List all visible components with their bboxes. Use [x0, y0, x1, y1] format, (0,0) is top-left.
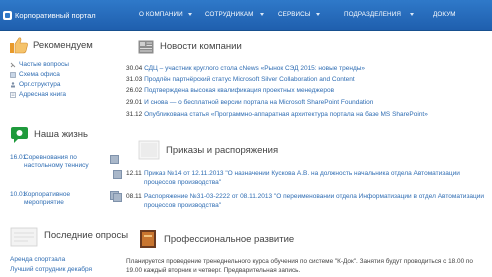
recommend-title: Рекомендуем: [33, 40, 93, 51]
nav-item-employees[interactable]: СОТРУДНИКАМ: [205, 11, 253, 18]
orders-title: Приказы и распоряжения: [166, 145, 279, 156]
poll-item[interactable]: Лучший сотрудник декабря: [10, 266, 92, 273]
link-address-book[interactable]: Адресная книга: [10, 91, 66, 98]
link-office-map[interactable]: Схема офиса: [10, 71, 60, 78]
top-navigation-bar: Корпоративный портал О КОМПАНИИ СОТРУДНИ…: [0, 0, 492, 31]
newspaper-icon: [138, 40, 154, 54]
news-title: Новости компании: [160, 41, 242, 52]
question-icon: [10, 62, 16, 68]
portal-logo-icon: [3, 11, 12, 20]
order-item-date: 08.11: [126, 193, 142, 200]
news-item-date: 29.01: [126, 99, 143, 106]
portal-brand[interactable]: Корпоративный портал: [3, 9, 96, 22]
link-faq-label: Частые вопросы: [19, 61, 69, 68]
map-icon: [10, 71, 16, 78]
poll-item[interactable]: Аренда спортзала: [10, 256, 65, 263]
link-org-structure[interactable]: Орг.структура: [10, 81, 60, 88]
news-item-text: Опубликована статья «Программно-аппаратн…: [144, 111, 428, 118]
document-list-icon: [113, 193, 122, 202]
document-icon: [138, 140, 160, 160]
life-item[interactable]: 16.01 Соревнования по настольному теннис…: [10, 154, 120, 186]
thumbs-up-icon: [9, 36, 29, 54]
org-structure-icon: [10, 81, 16, 88]
order-item[interactable]: 12.11 Приказ №14 от 12.11.2013 "О назнач…: [126, 170, 486, 188]
news-item-date: 31.12: [126, 111, 143, 118]
news-item[interactable]: 31.03 Продлён партнёрский статус Microso…: [126, 76, 355, 84]
chevron-down-icon: [316, 13, 320, 16]
document-list-icon: [113, 170, 122, 179]
portal-brand-label: Корпоративный портал: [15, 11, 96, 20]
news-item-text: Продлён партнёрский статус Microsoft Sil…: [144, 76, 355, 83]
nav-item-services[interactable]: СЕРВИСЫ: [278, 11, 311, 18]
order-item-date: 12.11: [126, 170, 142, 177]
news-item-text: СДЦ – участник круглого стола cNews «Рын…: [144, 65, 366, 72]
link-office-map-label: Схема офиса: [19, 71, 60, 78]
life-title: Наша жизнь: [34, 129, 88, 140]
news-item-date: 30.04: [126, 65, 143, 72]
news-item[interactable]: 30.04 СДЦ – участник круглого стола cNew…: [126, 65, 365, 73]
news-item-date: 26.02: [126, 87, 143, 94]
news-item-date: 31.03: [126, 76, 143, 83]
link-address-book-label: Адресная книга: [19, 91, 67, 98]
link-org-structure-label: Орг.структура: [19, 81, 61, 88]
chevron-down-icon: [188, 13, 192, 16]
life-item-text: Корпоративное мероприятие: [24, 191, 71, 206]
polls-title: Последние опросы: [44, 230, 129, 241]
book-icon: [138, 229, 158, 249]
calendar-icon: [110, 155, 119, 164]
news-item[interactable]: 29.01 И снова — о бесплатной версии порт…: [126, 99, 373, 107]
chevron-down-icon: [410, 13, 414, 16]
news-item[interactable]: 31.12 Опубликована статья «Программно-ап…: [126, 111, 488, 119]
order-item[interactable]: 08.11 Распоряжение №31-03-2222 от 08.11.…: [126, 193, 486, 211]
news-item[interactable]: 26.02 Подтверждена высокая квалификация …: [126, 87, 334, 95]
poll-document-icon: [10, 227, 38, 247]
news-item-text: И снова — о бесплатной версии портала на…: [144, 99, 374, 106]
development-text: Планируется проведение тренеднельного ку…: [126, 258, 473, 274]
nav-item-departments[interactable]: ПОДРАЗДЕЛЕНИЯ: [344, 11, 401, 18]
nav-item-documents[interactable]: ДОКУМ: [433, 11, 456, 18]
order-item-text: Приказ №14 от 12.11.2013 "О назначении К…: [144, 170, 460, 186]
life-item-text: Соревнования по настольному теннису: [24, 154, 89, 169]
life-item[interactable]: 10.01 Корпоративное мероприятие: [10, 191, 120, 215]
link-faq[interactable]: Частые вопросы: [10, 61, 69, 68]
chevron-down-icon: [260, 13, 264, 16]
speech-bubble-icon: [10, 126, 29, 144]
development-title: Профессиональное развитие: [164, 234, 295, 245]
news-item-text: Подтверждена высокая квалификация проект…: [144, 87, 335, 94]
nav-item-company[interactable]: О КОМПАНИИ: [139, 11, 183, 18]
order-item-text: Распоряжение №31-03-2222 от 08.11.2013 "…: [144, 193, 485, 209]
address-book-icon: [10, 91, 16, 98]
